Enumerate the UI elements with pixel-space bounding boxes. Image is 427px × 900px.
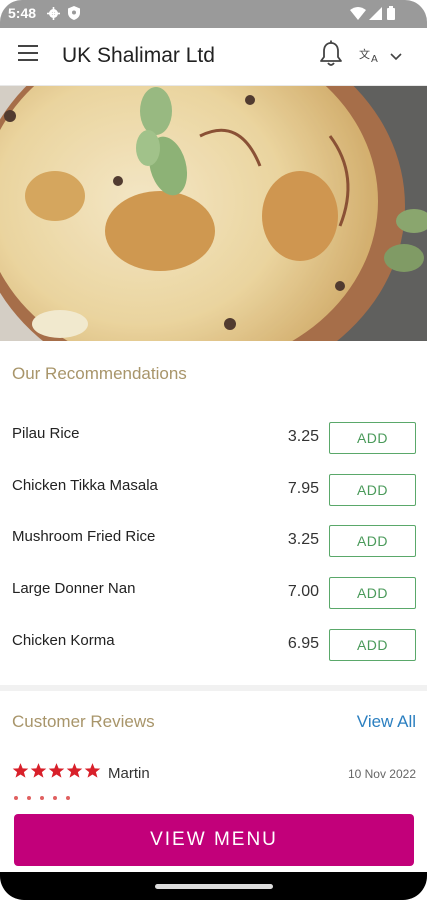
gear-icon bbox=[46, 6, 60, 20]
status-bar: 5:48 bbox=[0, 0, 427, 28]
star-icon bbox=[12, 763, 29, 778]
section-divider bbox=[0, 685, 427, 691]
item-name: Mushroom Fried Rice bbox=[12, 528, 156, 545]
home-handle[interactable] bbox=[155, 884, 273, 889]
app-bar: UK Shalimar Ltd 文 A bbox=[0, 28, 427, 86]
view-all-link[interactable]: View All bbox=[357, 712, 416, 732]
wifi-icon bbox=[350, 6, 366, 20]
language-icon: 文 A bbox=[358, 45, 384, 70]
item-name: Chicken Korma bbox=[12, 632, 115, 649]
star-icon bbox=[48, 763, 65, 778]
item-price: 7.00 bbox=[287, 583, 319, 600]
item-name: Pilau Rice bbox=[12, 425, 80, 442]
svg-text:文: 文 bbox=[359, 47, 370, 61]
item-price: 3.25 bbox=[287, 428, 319, 445]
navigation-bar bbox=[0, 872, 427, 900]
svg-text:A: A bbox=[371, 54, 378, 65]
next-review-stars bbox=[14, 796, 70, 800]
status-time: 5:48 bbox=[8, 5, 37, 21]
star-rating bbox=[12, 762, 101, 779]
review-date: 10 Nov 2022 bbox=[347, 767, 416, 781]
star-icon bbox=[84, 763, 101, 778]
add-button[interactable]: ADD bbox=[329, 577, 416, 609]
item-name: Chicken Tikka Masala bbox=[12, 477, 158, 494]
list-item: Mushroom Fried Rice 3.25 ADD bbox=[0, 525, 427, 565]
battery-icon bbox=[386, 6, 396, 20]
add-button[interactable]: ADD bbox=[329, 629, 416, 661]
page-title: UK Shalimar Ltd bbox=[62, 44, 215, 67]
language-selector[interactable]: 文 A bbox=[358, 44, 414, 70]
star-icon bbox=[66, 763, 83, 778]
list-item: Large Donner Nan 7.00 ADD bbox=[0, 577, 427, 617]
star-icon bbox=[30, 763, 47, 778]
add-button[interactable]: ADD bbox=[329, 422, 416, 454]
recommendations-title: Our Recommendations bbox=[12, 364, 187, 383]
item-name: Large Donner Nan bbox=[12, 580, 136, 597]
list-item: Chicken Tikka Masala 7.95 ADD bbox=[0, 474, 427, 514]
bell-icon[interactable] bbox=[318, 40, 344, 70]
review-author: Martin bbox=[108, 765, 150, 782]
signal-icon bbox=[368, 6, 382, 20]
item-price: 7.95 bbox=[287, 480, 319, 497]
menu-icon[interactable] bbox=[18, 45, 42, 67]
item-price: 3.25 bbox=[287, 531, 319, 548]
add-button[interactable]: ADD bbox=[329, 525, 416, 557]
add-button[interactable]: ADD bbox=[329, 474, 416, 506]
list-item: Pilau Rice 3.25 ADD bbox=[0, 422, 427, 462]
shield-icon bbox=[67, 6, 81, 20]
hero-image bbox=[0, 86, 427, 341]
list-item: Chicken Korma 6.95 ADD bbox=[0, 629, 427, 669]
review-item: Martin 10 Nov 2022 bbox=[0, 762, 427, 786]
view-menu-button[interactable]: VIEW MENU bbox=[14, 814, 414, 866]
reviews-title: Customer Reviews bbox=[12, 712, 155, 731]
chevron-down-icon bbox=[390, 48, 402, 66]
item-price: 6.95 bbox=[287, 635, 319, 652]
